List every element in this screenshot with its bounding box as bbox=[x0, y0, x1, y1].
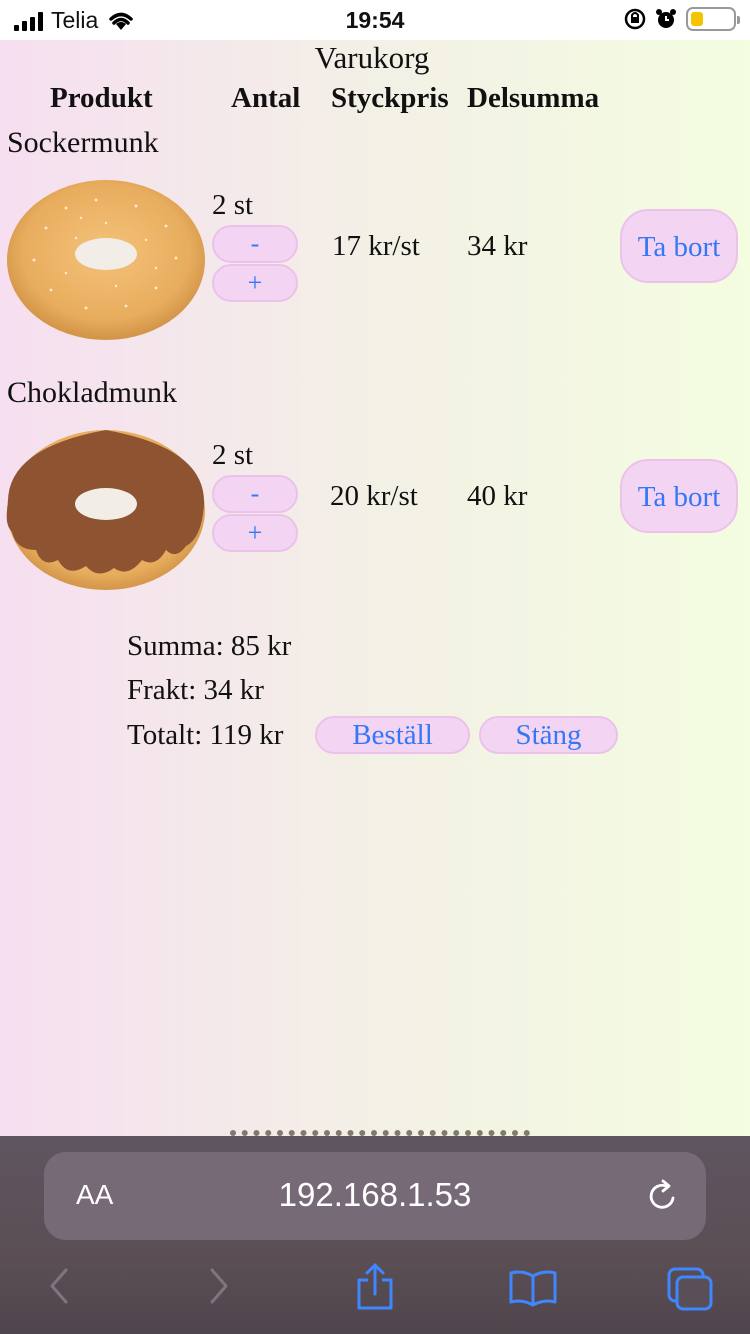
item-quantity: 2 st bbox=[212, 439, 254, 471]
item-subtotal: 34 kr bbox=[467, 230, 528, 262]
alarm-icon bbox=[656, 9, 676, 28]
browser-toolbar: AA 192.168.1.53 bbox=[0, 1130, 750, 1334]
order-button[interactable]: Beställ bbox=[315, 716, 470, 754]
sum-text: Summa: 85 kr bbox=[127, 630, 292, 662]
item-quantity: 2 st bbox=[212, 189, 254, 221]
header-quantity: Antal bbox=[231, 82, 301, 114]
forward-icon[interactable] bbox=[206, 1266, 232, 1306]
decrease-quantity-button[interactable]: - bbox=[212, 225, 298, 263]
unit-price: 20 kr/st bbox=[330, 480, 418, 512]
underlying-page-peek bbox=[230, 1130, 530, 1140]
unit-price: 17 kr/st bbox=[332, 230, 420, 262]
address-bar[interactable]: AA 192.168.1.53 bbox=[44, 1152, 706, 1240]
close-button[interactable]: Stäng bbox=[479, 716, 618, 754]
reload-icon[interactable] bbox=[646, 1178, 680, 1214]
shipping-text: Frakt: 34 kr bbox=[127, 674, 264, 706]
remove-item-button[interactable]: Ta bort bbox=[620, 209, 738, 283]
status-bar: Telia 19:54 bbox=[0, 0, 750, 40]
chocolate-donut-image bbox=[6, 430, 205, 590]
bookmarks-icon[interactable] bbox=[508, 1268, 558, 1308]
url-text: 192.168.1.53 bbox=[278, 1176, 472, 1213]
header-subtotal: Delsumma bbox=[467, 82, 600, 114]
battery-icon bbox=[686, 7, 740, 31]
share-icon[interactable] bbox=[355, 1262, 395, 1312]
header-unit-price: Styckpris bbox=[331, 82, 449, 114]
rotation-lock-icon bbox=[624, 8, 646, 30]
product-name: Sockermunk bbox=[7, 126, 159, 159]
cart-title: Varukorg bbox=[314, 40, 430, 75]
cart-page: Varukorg Produkt Antal Styckpris Delsumm… bbox=[0, 40, 750, 1136]
remove-item-button[interactable]: Ta bort bbox=[620, 459, 738, 533]
total-text: Totalt: 119 kr bbox=[127, 719, 284, 751]
increase-quantity-button[interactable]: + bbox=[212, 264, 298, 302]
item-subtotal: 40 kr bbox=[467, 480, 528, 512]
product-name: Chokladmunk bbox=[7, 376, 177, 409]
increase-quantity-button[interactable]: + bbox=[212, 514, 298, 552]
header-product: Produkt bbox=[50, 82, 153, 114]
decrease-quantity-button[interactable]: - bbox=[212, 475, 298, 513]
back-icon[interactable] bbox=[46, 1266, 72, 1306]
sugar-donut-image bbox=[7, 180, 205, 340]
tabs-icon[interactable] bbox=[666, 1266, 714, 1312]
